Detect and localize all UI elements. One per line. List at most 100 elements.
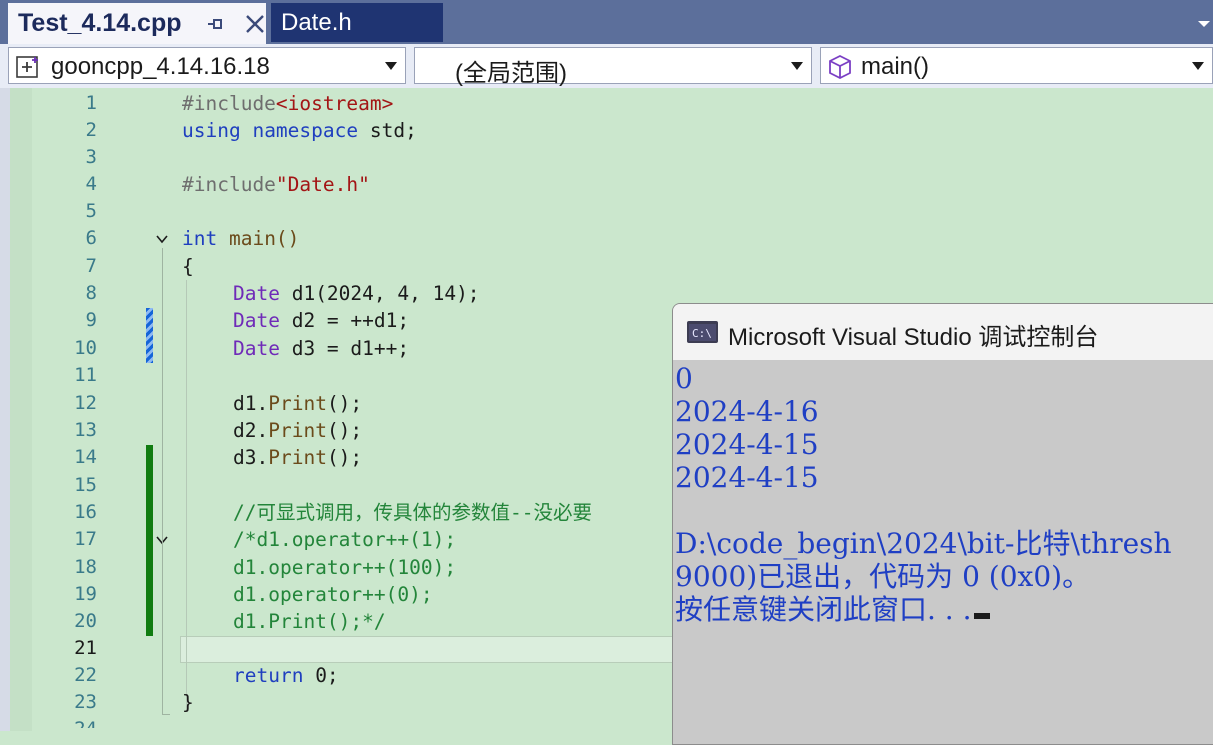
chevron-down-icon bbox=[791, 62, 803, 70]
code-token: (); bbox=[326, 392, 363, 415]
code-line-13: d2.Print(); bbox=[233, 417, 362, 444]
code-line-23: } bbox=[182, 691, 194, 714]
debug-console-window[interactable]: C:\ Microsoft Visual Studio 调试控制台 0 2024… bbox=[672, 303, 1213, 745]
project-icon bbox=[16, 56, 38, 78]
console-app-icon: C:\ bbox=[687, 321, 718, 343]
code-line-20: d1.Print();*/ bbox=[233, 610, 386, 633]
line-number: 8 bbox=[85, 282, 97, 304]
code-line-22: return 0; bbox=[233, 662, 339, 689]
line-number: 9 bbox=[85, 309, 97, 331]
unsaved-change-bar bbox=[146, 308, 153, 363]
console-line: D:\code_begin\2024\bit-比特\thresh bbox=[675, 527, 1172, 560]
line-number: 2 bbox=[85, 119, 97, 141]
member-name: main() bbox=[861, 53, 930, 80]
line-number-current: 21 bbox=[74, 637, 97, 659]
line-number: 12 bbox=[74, 392, 97, 414]
console-line: 2024-4-16 bbox=[675, 395, 819, 428]
line-number: 1 bbox=[85, 92, 97, 114]
outline-guide-end bbox=[162, 714, 170, 715]
console-line-prompt: 按任意键关闭此窗口. . . bbox=[675, 593, 990, 626]
text-cursor bbox=[973, 613, 990, 619]
code-line-10: Date d3 = d1++; bbox=[233, 335, 409, 362]
code-line-16: //可显式调用，传具体的参数值--没必要 bbox=[233, 501, 592, 524]
close-icon[interactable] bbox=[244, 13, 266, 35]
tab-date-h[interactable]: Date.h bbox=[271, 3, 443, 42]
code-token: (); bbox=[326, 446, 363, 469]
scope-name: (全局范围) bbox=[455, 60, 567, 87]
document-tab-strip: Test_4.14.cpp Date.h bbox=[0, 0, 1213, 44]
chevron-down-icon bbox=[1192, 62, 1204, 70]
code-token: d1. bbox=[233, 392, 269, 415]
line-number: 14 bbox=[74, 446, 97, 468]
code-line-17: /*d1.operator++(1); bbox=[233, 528, 457, 551]
console-line: 2024-4-15 bbox=[675, 461, 819, 494]
line-number: 22 bbox=[74, 664, 97, 686]
pin-icon[interactable] bbox=[204, 13, 226, 35]
svg-text:C:\: C:\ bbox=[692, 327, 712, 340]
code-token: d2 = ++d1; bbox=[279, 309, 410, 332]
tab-test-4-14-cpp[interactable]: Test_4.14.cpp bbox=[8, 3, 266, 44]
code-line-19: d1.operator++(0); bbox=[233, 583, 433, 606]
code-token: using bbox=[182, 119, 241, 142]
line-number: 5 bbox=[85, 200, 97, 222]
code-token: return bbox=[233, 664, 304, 687]
glyph-margin[interactable] bbox=[10, 88, 32, 731]
code-line-2: using namespace std; bbox=[182, 117, 417, 144]
tab-overflow-chevron-icon[interactable] bbox=[1196, 16, 1212, 32]
code-line-14: d3.Print(); bbox=[233, 444, 362, 471]
line-number: 6 bbox=[85, 227, 97, 249]
line-number: 16 bbox=[74, 501, 97, 523]
code-token: namespace bbox=[252, 119, 359, 142]
code-token: main() bbox=[217, 227, 300, 250]
code-line-9: Date d2 = ++d1; bbox=[233, 307, 409, 334]
code-line-18: d1.operator++(100); bbox=[233, 556, 457, 579]
outline-guide bbox=[162, 248, 163, 714]
code-token: "Date.h" bbox=[275, 173, 370, 196]
code-token: std; bbox=[358, 119, 417, 142]
code-line-8: Date d1(2024, 4, 14); bbox=[233, 280, 480, 307]
collapse-chevron-icon[interactable] bbox=[156, 233, 168, 245]
console-titlebar[interactable]: C:\ Microsoft Visual Studio 调试控制台 bbox=[673, 304, 1213, 360]
project-name: gooncpp_4.14.16.18 bbox=[51, 53, 270, 80]
code-token: #include bbox=[182, 173, 276, 196]
code-token: Print bbox=[268, 446, 327, 469]
line-number: 15 bbox=[74, 474, 97, 496]
line-number: 4 bbox=[85, 173, 97, 195]
member-dropdown[interactable]: main() bbox=[820, 47, 1213, 84]
line-number: 23 bbox=[74, 691, 97, 713]
chevron-down-icon bbox=[385, 62, 397, 70]
console-line: 2024-4-15 bbox=[675, 428, 819, 461]
line-number: 18 bbox=[74, 556, 97, 578]
code-token: int bbox=[182, 227, 218, 250]
code-line-12: d1.Print(); bbox=[233, 390, 362, 417]
project-dropdown[interactable]: gooncpp_4.14.16.18 bbox=[8, 47, 406, 84]
code-token: <iostream> bbox=[275, 92, 394, 115]
line-number: 13 bbox=[74, 419, 97, 441]
line-number: 20 bbox=[74, 610, 97, 632]
code-token: d3. bbox=[233, 446, 269, 469]
code-token: d2. bbox=[233, 419, 269, 442]
line-number: 17 bbox=[74, 528, 97, 550]
line-number: 11 bbox=[74, 364, 97, 386]
tab-label: Date.h bbox=[281, 9, 352, 36]
line-number: 19 bbox=[74, 583, 97, 605]
code-line-6: int main() bbox=[182, 225, 299, 252]
navigation-bar: gooncpp_4.14.16.18 (全局范围) main() bbox=[0, 44, 1213, 88]
console-title: Microsoft Visual Studio 调试控制台 bbox=[728, 324, 1099, 351]
code-token: d1(2024, 4, 14); bbox=[279, 282, 480, 305]
code-line-1: #include<iostream> bbox=[182, 90, 393, 117]
line-number: 7 bbox=[85, 255, 97, 277]
scope-dropdown[interactable]: (全局范围) bbox=[414, 47, 812, 87]
code-token: (); bbox=[326, 419, 363, 442]
line-number: 10 bbox=[74, 337, 97, 359]
current-line-highlight bbox=[180, 636, 682, 663]
code-token: d3 = d1++; bbox=[279, 337, 410, 360]
code-token: Date bbox=[233, 282, 280, 305]
tab-label: Test_4.14.cpp bbox=[18, 9, 182, 37]
console-output[interactable]: 0 2024-4-16 2024-4-15 2024-4-15 D:\code_… bbox=[673, 360, 1213, 744]
editor-left-border bbox=[0, 88, 10, 731]
method-cube-icon bbox=[829, 54, 851, 80]
code-token: 0; bbox=[303, 664, 339, 687]
code-token: Print bbox=[268, 392, 327, 415]
code-token: #include bbox=[182, 92, 276, 115]
